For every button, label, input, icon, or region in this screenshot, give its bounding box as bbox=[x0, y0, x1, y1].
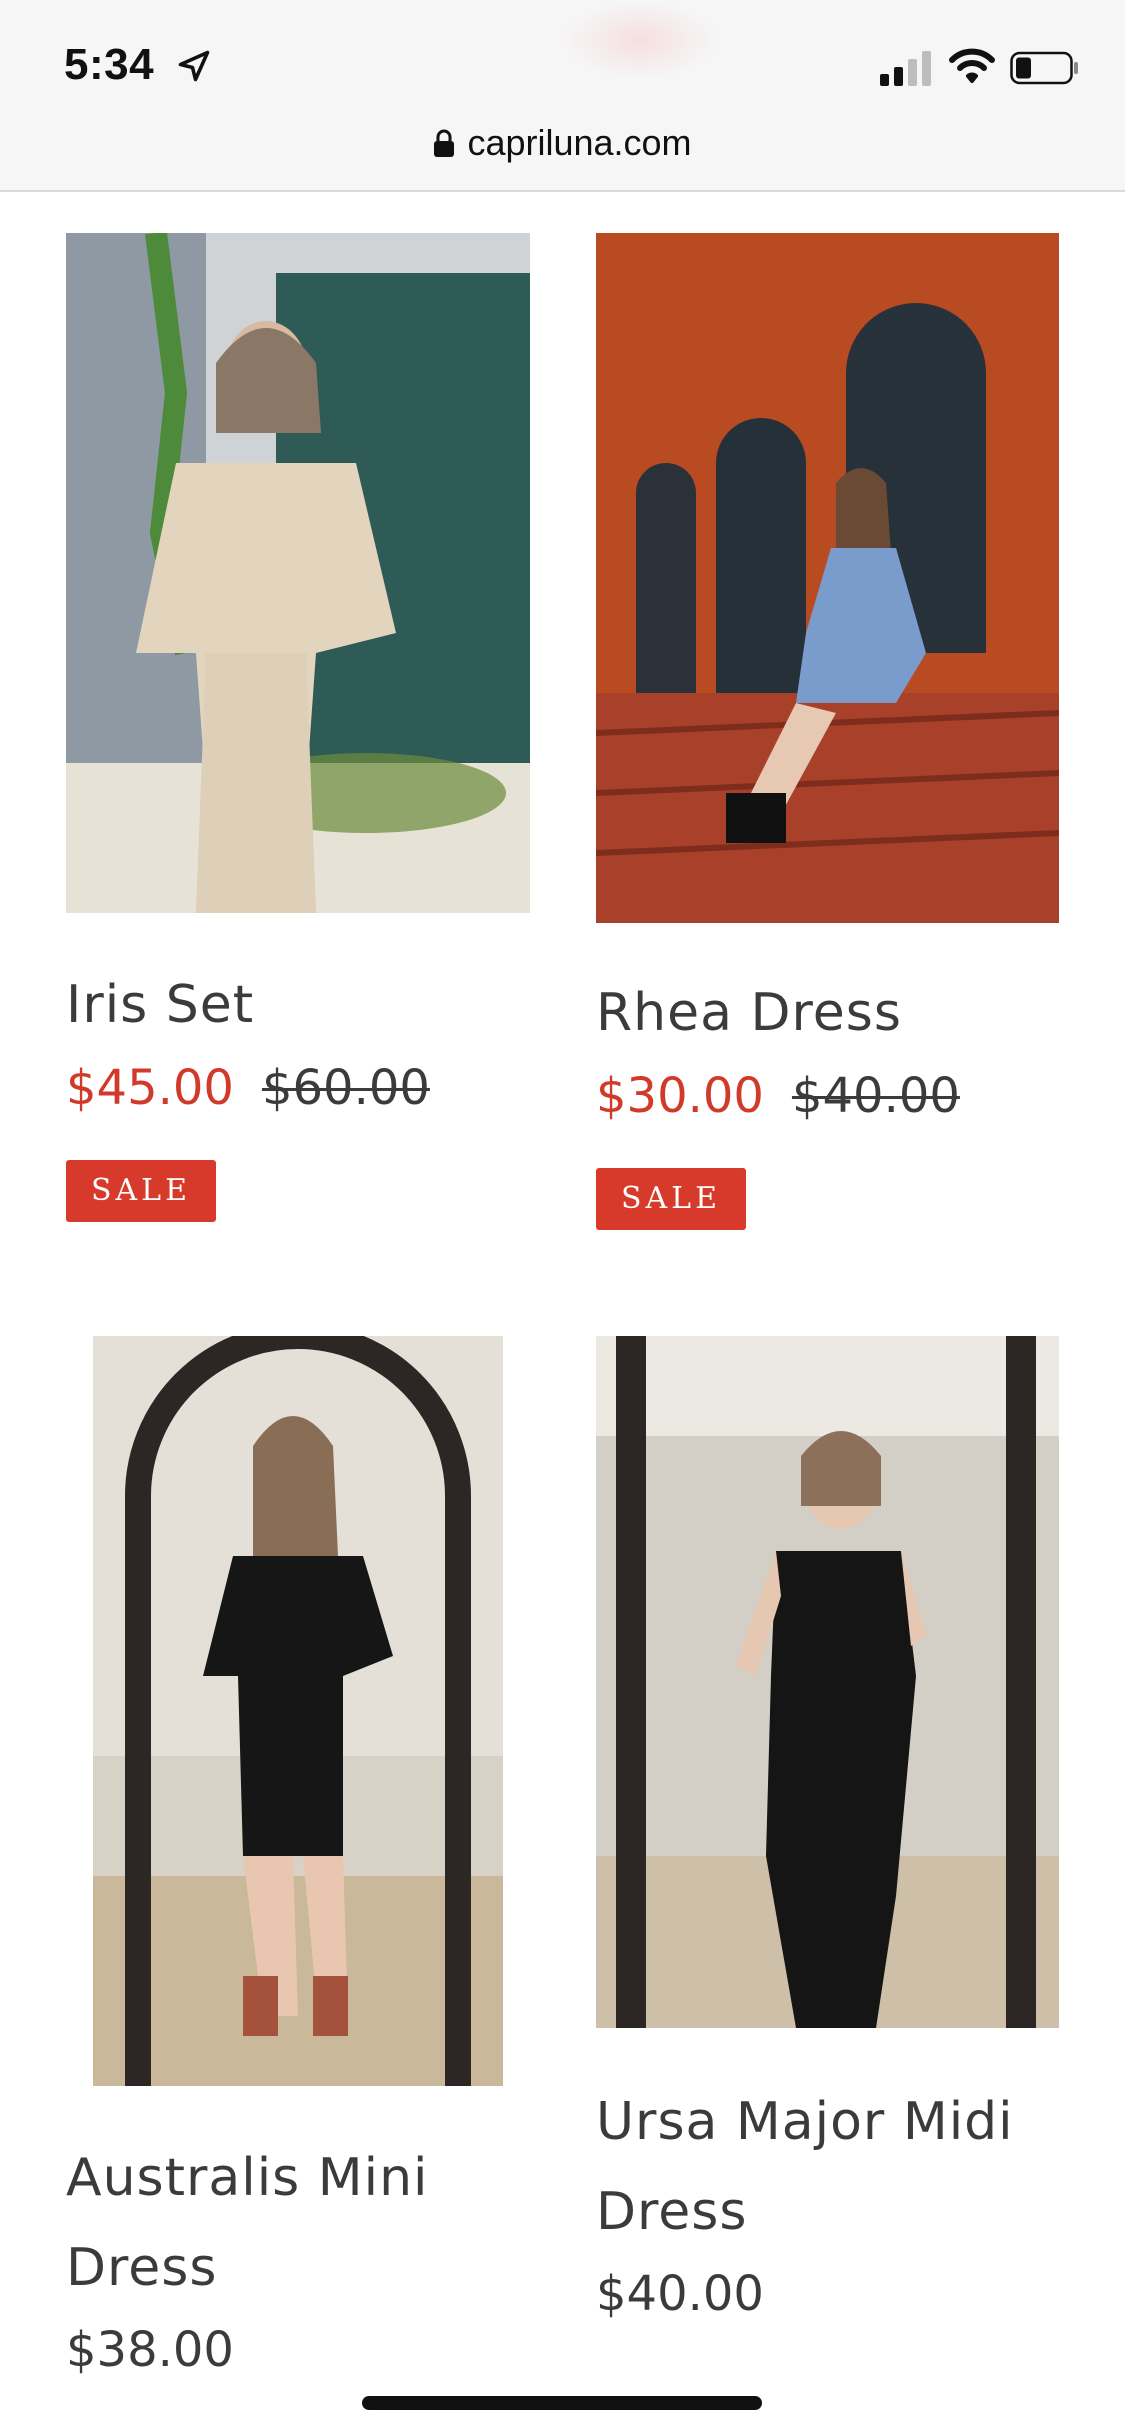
price: $40.00 bbox=[596, 2266, 764, 2322]
browser-chrome: 5:34 capriluna.com bbox=[0, 0, 1125, 192]
wifi-icon bbox=[949, 48, 995, 83]
product-image-iris-set[interactable] bbox=[66, 233, 530, 913]
cellular-signal-icon bbox=[880, 51, 931, 86]
battery-icon bbox=[1010, 51, 1078, 85]
price-row: $40.00 bbox=[596, 2266, 764, 2322]
product-image-ursa-major-midi-dress[interactable] bbox=[596, 1336, 1059, 2028]
status-time: 5:34 bbox=[64, 40, 155, 89]
product-name[interactable]: Iris Set bbox=[66, 960, 254, 1050]
product-name[interactable]: Rhea Dress bbox=[596, 968, 902, 1058]
address-bar[interactable]: capriluna.com bbox=[0, 118, 1125, 168]
product-image-rhea-dress[interactable] bbox=[596, 233, 1059, 923]
sale-badge: SALE bbox=[596, 1168, 746, 1230]
price-row: $45.00 $60.00 bbox=[66, 1060, 430, 1116]
location-arrow-icon bbox=[178, 50, 210, 82]
sale-price: $45.00 bbox=[66, 1060, 234, 1116]
price-row: $38.00 bbox=[66, 2322, 234, 2378]
url-text: capriluna.com bbox=[467, 122, 692, 163]
product-name-line: Ursa Major Midi bbox=[596, 2092, 1014, 2152]
lock-icon bbox=[434, 129, 455, 157]
product-name-line: Australis Mini bbox=[66, 2148, 429, 2208]
product-name[interactable]: Australis Mini Dress bbox=[66, 2133, 429, 2313]
product-name[interactable]: Ursa Major Midi Dress bbox=[596, 2077, 1014, 2257]
sale-price: $30.00 bbox=[596, 1068, 764, 1124]
product-name-line: Dress bbox=[596, 2182, 748, 2242]
original-price: $40.00 bbox=[791, 1068, 960, 1124]
price-row: $30.00 $40.00 bbox=[596, 1068, 960, 1124]
home-indicator[interactable] bbox=[362, 2396, 762, 2410]
price: $38.00 bbox=[66, 2322, 234, 2378]
product-image-australis-mini-dress[interactable] bbox=[93, 1336, 503, 2086]
original-price: $60.00 bbox=[261, 1060, 430, 1116]
product-name-line: Dress bbox=[66, 2238, 218, 2298]
sale-badge: SALE bbox=[66, 1160, 216, 1222]
